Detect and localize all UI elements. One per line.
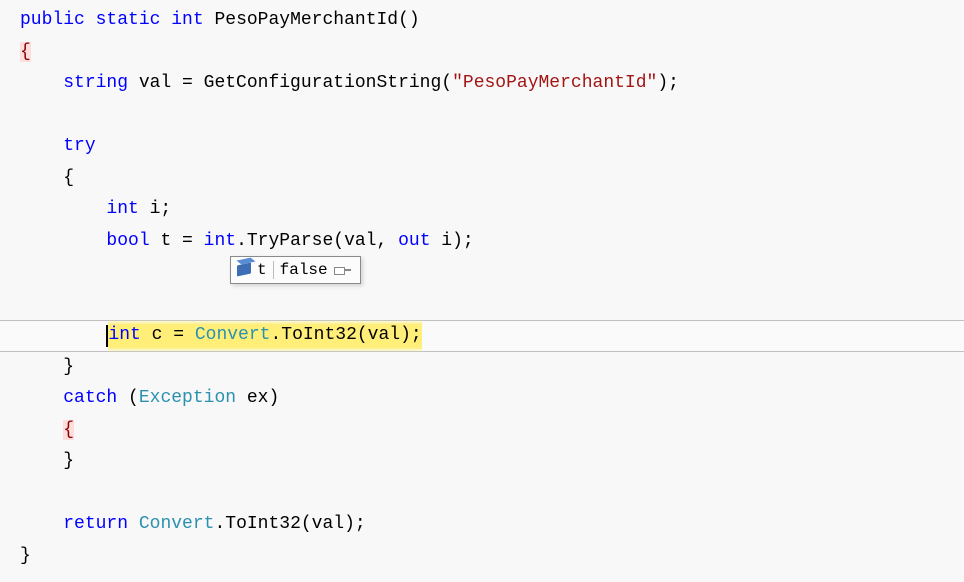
type-convert: Convert: [195, 325, 271, 345]
code-editor[interactable]: public static int PesoPayMerchantId() { …: [20, 5, 964, 572]
blank-line[interactable]: [20, 100, 964, 132]
code-text: t =: [150, 231, 204, 251]
keyword-return: return: [63, 514, 128, 534]
brace: }: [63, 451, 74, 471]
code-text: i);: [431, 231, 474, 251]
code-line[interactable]: {: [20, 415, 964, 447]
brace: }: [20, 546, 31, 566]
code-line[interactable]: int i;: [20, 194, 964, 226]
code-line[interactable]: {: [20, 37, 964, 69]
keyword-int: int: [171, 10, 203, 30]
datatip-variable: t: [257, 259, 267, 281]
debug-datatip[interactable]: t false: [230, 256, 361, 284]
code-text: val = GetConfigurationString(: [128, 73, 452, 93]
code-line[interactable]: }: [20, 541, 964, 573]
keyword-try: try: [63, 136, 95, 156]
code-text: .ToInt32(val);: [214, 514, 365, 534]
code-line[interactable]: }: [20, 352, 964, 384]
method-name: PesoPayMerchantId(): [214, 10, 419, 30]
type-int: int: [204, 231, 236, 251]
keyword-out: out: [398, 231, 430, 251]
brace: }: [63, 357, 74, 377]
code-text: i;: [139, 199, 171, 219]
separator: [273, 261, 274, 279]
current-execution-line[interactable]: int c = Convert.ToInt32(val);: [20, 320, 964, 352]
brace-matched: {: [63, 420, 74, 440]
keyword-int: int: [106, 199, 138, 219]
keyword-string: string: [63, 73, 128, 93]
code-line[interactable]: {: [20, 163, 964, 195]
code-text: );: [657, 73, 679, 93]
variable-icon: [237, 263, 251, 277]
string-literal: "PesoPayMerchantId": [452, 73, 657, 93]
code-text: .ToInt32(val);: [270, 325, 421, 345]
type-convert: Convert: [139, 514, 215, 534]
keyword-bool: bool: [106, 231, 149, 251]
code-text: .TryParse(val,: [236, 231, 398, 251]
brace: {: [63, 168, 74, 188]
datatip-value: false: [280, 259, 328, 281]
pin-icon[interactable]: [334, 264, 352, 276]
code-line[interactable]: return Convert.ToInt32(val);: [20, 509, 964, 541]
code-line[interactable]: string val = GetConfigurationString("Pes…: [20, 68, 964, 100]
keyword-static: static: [96, 10, 161, 30]
blank-line[interactable]: [20, 478, 964, 510]
keyword-int: int: [108, 325, 140, 345]
code-line[interactable]: public static int PesoPayMerchantId(): [20, 5, 964, 37]
code-text: c =: [141, 325, 195, 345]
code-line[interactable]: bool t = int.TryParse(val, out i); t fal…: [20, 226, 964, 321]
code-text: ex): [236, 388, 279, 408]
code-line[interactable]: catch (Exception ex): [20, 383, 964, 415]
brace-matched: {: [20, 42, 31, 62]
code-text: (: [117, 388, 139, 408]
keyword-public: public: [20, 10, 85, 30]
code-line[interactable]: }: [20, 446, 964, 478]
keyword-catch: catch: [63, 388, 117, 408]
code-line[interactable]: try: [20, 131, 964, 163]
type-exception: Exception: [139, 388, 236, 408]
